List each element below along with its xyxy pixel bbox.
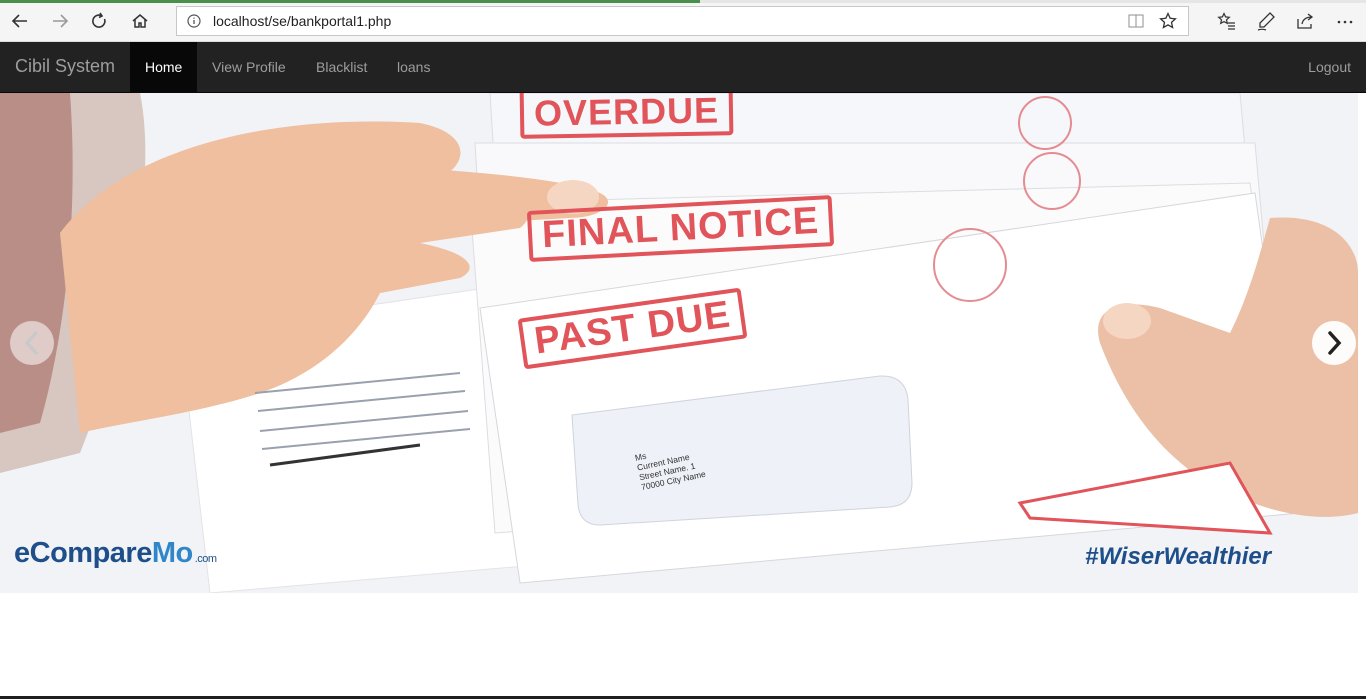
image-carousel: OVERDUE FINAL NOTICE PAST DUE Ms Current… <box>0 93 1358 593</box>
nav-item-blacklist[interactable]: Blacklist <box>301 42 382 92</box>
logo-suffix: .com <box>194 553 217 565</box>
tab-strip <box>0 0 1366 3</box>
chevron-right-icon <box>1328 331 1342 355</box>
home-icon <box>132 14 148 28</box>
logo-part: eCompare <box>14 537 152 569</box>
reading-view-icon[interactable] <box>1128 14 1144 28</box>
logo-part: Mo <box>151 537 193 569</box>
refresh-button[interactable] <box>86 9 112 33</box>
share-button[interactable] <box>1294 10 1316 32</box>
nav-item-loans[interactable]: loans <box>382 42 445 92</box>
refresh-icon <box>92 12 106 28</box>
favorite-star-icon[interactable] <box>1159 12 1177 30</box>
nav-item-home[interactable]: Home <box>130 42 198 92</box>
forward-icon <box>53 14 69 28</box>
ecomparemo-logo: eCompareMo .com <box>14 537 217 570</box>
carousel-prev-button[interactable] <box>10 321 54 365</box>
back-icon <box>11 14 27 28</box>
pen-icon <box>1257 12 1275 31</box>
browser-toolbar: localhost/se/bankportal1.php <box>0 0 1366 42</box>
page-scrollbar[interactable] <box>1358 93 1366 593</box>
nav-item-view-profile[interactable]: View Profile <box>197 42 301 92</box>
web-note-button[interactable] <box>1255 10 1277 32</box>
chevron-left-icon <box>24 331 38 355</box>
back-button[interactable] <box>7 9 33 33</box>
forward-button[interactable] <box>47 9 73 33</box>
home-button[interactable] <box>127 9 153 33</box>
carousel-next-button[interactable] <box>1312 321 1356 365</box>
address-bar[interactable]: localhost/se/bankportal1.php <box>176 6 1189 36</box>
more-icon <box>1337 20 1353 24</box>
favorites-list-icon <box>1217 12 1235 30</box>
url-text[interactable]: localhost/se/bankportal1.php <box>213 13 391 29</box>
slide-hashtag: #WiserWealthier <box>1085 543 1272 570</box>
share-icon <box>1297 13 1314 29</box>
top-navbar: Cibil System Home View Profile Blacklist… <box>0 42 1366 93</box>
stamp-overdue: OVERDUE <box>519 93 734 139</box>
logout-link[interactable]: Logout <box>1308 42 1351 92</box>
favorites-list-button[interactable] <box>1216 10 1238 32</box>
more-button[interactable] <box>1334 10 1356 32</box>
navbar-brand[interactable]: Cibil System <box>15 56 115 77</box>
info-icon[interactable] <box>187 14 201 28</box>
